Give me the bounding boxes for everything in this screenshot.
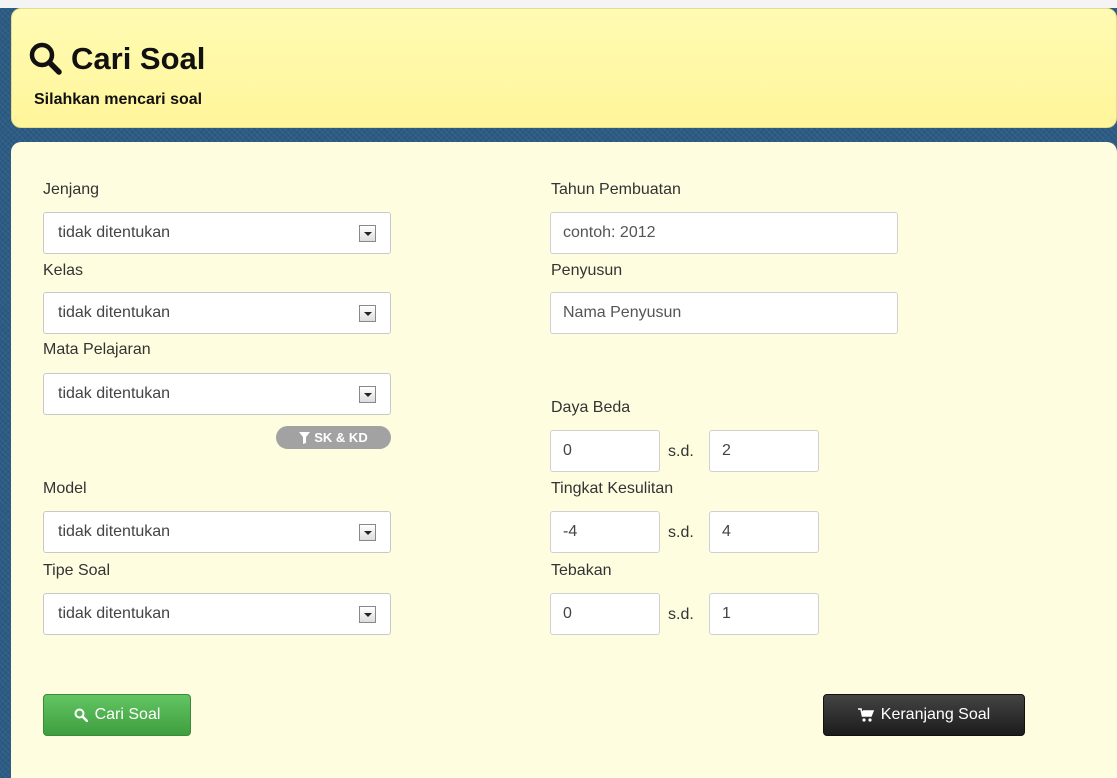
penyusun-input[interactable] bbox=[550, 292, 898, 334]
tipe-soal-select-value: tidak ditentukan bbox=[58, 605, 171, 622]
mata-pelajaran-select-value: tidak ditentukan bbox=[58, 385, 171, 402]
tingkat-kesulitan-from-input[interactable] bbox=[550, 511, 660, 553]
page-title: Cari Soal bbox=[71, 41, 206, 76]
tebakan-from-input[interactable] bbox=[550, 593, 660, 635]
chevron-down-icon[interactable] bbox=[359, 305, 376, 322]
mata-pelajaran-label: Mata Pelajaran bbox=[43, 341, 151, 358]
chevron-down-icon[interactable] bbox=[359, 606, 376, 623]
tingkat-kesulitan-separator: s.d. bbox=[668, 524, 694, 541]
page-header: Cari Soal Silahkan mencari soal bbox=[11, 8, 1117, 128]
jenjang-label: Jenjang bbox=[43, 181, 100, 198]
penyusun-label: Penyusun bbox=[551, 262, 623, 279]
chevron-down-icon[interactable] bbox=[359, 386, 376, 403]
tebakan-separator: s.d. bbox=[668, 606, 694, 623]
page-subtitle: Silahkan mencari soal bbox=[34, 91, 203, 108]
cart-button-label: Keranjang Soal bbox=[880, 706, 991, 723]
top-strip bbox=[0, 0, 1117, 8]
model-label: Model bbox=[43, 480, 87, 497]
tingkat-kesulitan-to-input[interactable] bbox=[709, 511, 819, 553]
chevron-down-icon[interactable] bbox=[359, 225, 376, 242]
search-icon bbox=[29, 42, 62, 75]
chevron-down-icon[interactable] bbox=[359, 524, 376, 541]
daya-beda-label: Daya Beda bbox=[551, 399, 631, 416]
model-select[interactable]: tidak ditentukan bbox=[43, 511, 391, 553]
sk-kd-filter-label: SK & KD bbox=[314, 430, 368, 445]
filter-icon bbox=[299, 431, 311, 444]
cart-button[interactable]: Keranjang Soal bbox=[823, 694, 1025, 736]
tahun-pembuatan-label: Tahun Pembuatan bbox=[551, 181, 681, 198]
cart-icon bbox=[857, 707, 874, 722]
kelas-select-value: tidak ditentukan bbox=[58, 304, 171, 321]
search-button[interactable]: Cari Soal bbox=[43, 694, 191, 736]
kelas-label: Kelas bbox=[43, 262, 84, 279]
tebakan-label: Tebakan bbox=[551, 562, 612, 579]
tingkat-kesulitan-label: Tingkat Kesulitan bbox=[551, 480, 674, 497]
model-select-value: tidak ditentukan bbox=[58, 523, 171, 540]
daya-beda-to-input[interactable] bbox=[709, 430, 819, 472]
daya-beda-separator: s.d. bbox=[668, 443, 694, 460]
daya-beda-from-input[interactable] bbox=[550, 430, 660, 472]
search-button-label: Cari Soal bbox=[94, 706, 161, 723]
search-icon bbox=[74, 708, 88, 722]
kelas-select[interactable]: tidak ditentukan bbox=[43, 292, 391, 334]
jenjang-select-value: tidak ditentukan bbox=[58, 224, 171, 241]
tahun-pembuatan-input[interactable] bbox=[550, 212, 898, 254]
sk-kd-filter-button[interactable]: SK & KD bbox=[276, 426, 391, 449]
tipe-soal-label: Tipe Soal bbox=[43, 562, 110, 579]
title-row: Cari Soal bbox=[29, 40, 205, 78]
mata-pelajaran-select[interactable]: tidak ditentukan bbox=[43, 373, 391, 415]
tebakan-to-input[interactable] bbox=[709, 593, 819, 635]
tipe-soal-select[interactable]: tidak ditentukan bbox=[43, 593, 391, 635]
jenjang-select[interactable]: tidak ditentukan bbox=[43, 212, 391, 254]
